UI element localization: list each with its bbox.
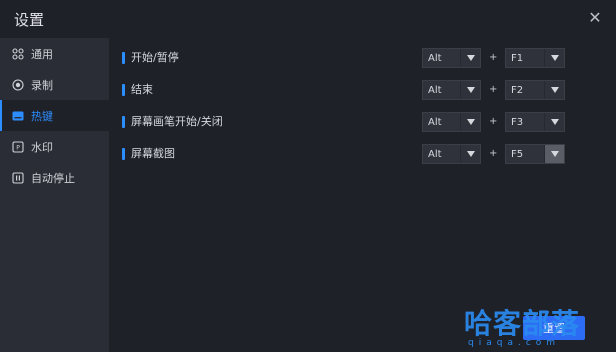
- modifier-select[interactable]: Alt: [422, 112, 481, 132]
- hotkey-row: 屏幕画笔开始/关闭 Alt + F3: [109, 110, 616, 134]
- plus-sign: +: [489, 148, 498, 159]
- title-bar: 设置 ✕: [0, 0, 616, 38]
- key-select[interactable]: F5: [505, 144, 565, 164]
- modifier-value: Alt: [428, 52, 442, 64]
- modifier-value: Alt: [428, 148, 442, 160]
- sidebar-item-label: 通用: [31, 47, 53, 61]
- modifier-select[interactable]: Alt: [422, 144, 481, 164]
- sidebar-item-hotkeys[interactable]: 热键: [0, 100, 109, 131]
- key-select[interactable]: F1: [505, 48, 565, 68]
- sidebar-item-record[interactable]: 录制: [0, 69, 109, 100]
- chevron-down-icon[interactable]: [460, 113, 480, 131]
- hotkey-label: 结束: [122, 82, 153, 98]
- chevron-down-icon[interactable]: [460, 49, 480, 67]
- grid-icon: [12, 47, 24, 60]
- sidebar-item-label: 录制: [31, 78, 53, 92]
- window-title: 设置: [14, 11, 45, 29]
- sidebar-item-general[interactable]: 通用: [0, 38, 109, 69]
- auto-stop-icon: [12, 171, 24, 184]
- key-select[interactable]: F3: [505, 112, 565, 132]
- reset-button[interactable]: 重置: [523, 316, 585, 340]
- chevron-down-icon[interactable]: [544, 113, 564, 131]
- sidebar-item-label: 自动停止: [31, 171, 75, 185]
- plus-sign: +: [489, 84, 498, 95]
- modifier-value: Alt: [428, 84, 442, 96]
- hotkey-row: 开始/暂停 Alt + F1: [109, 46, 616, 70]
- hotkey-row: 屏幕截图 Alt + F5: [109, 142, 616, 166]
- hotkey-label: 屏幕画笔开始/关闭: [122, 114, 223, 130]
- chevron-down-icon[interactable]: [544, 145, 564, 163]
- sidebar: 通用 录制 热键 P 水印 自动停止: [0, 38, 109, 352]
- key-select[interactable]: F2: [505, 80, 565, 100]
- modifier-select[interactable]: Alt: [422, 48, 481, 68]
- plus-sign: +: [489, 116, 498, 127]
- close-icon[interactable]: ✕: [586, 9, 604, 27]
- chevron-down-icon[interactable]: [460, 81, 480, 99]
- modifier-select[interactable]: Alt: [422, 80, 481, 100]
- hotkey-row: 结束 Alt + F2: [109, 78, 616, 102]
- plus-sign: +: [489, 52, 498, 63]
- sidebar-item-label: 热键: [31, 109, 53, 123]
- chevron-down-icon[interactable]: [544, 49, 564, 67]
- watermark-icon: P: [12, 140, 24, 153]
- hotkey-settings-panel: 开始/暂停 Alt + F1 结束 Alt + F2 屏幕画笔开始/关闭 Alt…: [109, 38, 616, 352]
- keyboard-icon: [12, 110, 24, 122]
- record-icon: [12, 78, 24, 91]
- modifier-value: Alt: [428, 116, 442, 128]
- chevron-down-icon[interactable]: [460, 145, 480, 163]
- hotkey-label: 开始/暂停: [122, 50, 179, 66]
- key-value: F1: [511, 52, 524, 64]
- hotkey-label: 屏幕截图: [122, 146, 175, 162]
- key-value: F2: [511, 84, 524, 96]
- key-value: F3: [511, 116, 524, 128]
- sidebar-item-watermark[interactable]: P 水印: [0, 131, 109, 162]
- sidebar-item-label: 水印: [31, 140, 53, 154]
- chevron-down-icon[interactable]: [544, 81, 564, 99]
- key-value: F5: [511, 148, 524, 160]
- svg-text:P: P: [16, 144, 20, 151]
- sidebar-item-auto-stop[interactable]: 自动停止: [0, 162, 109, 193]
